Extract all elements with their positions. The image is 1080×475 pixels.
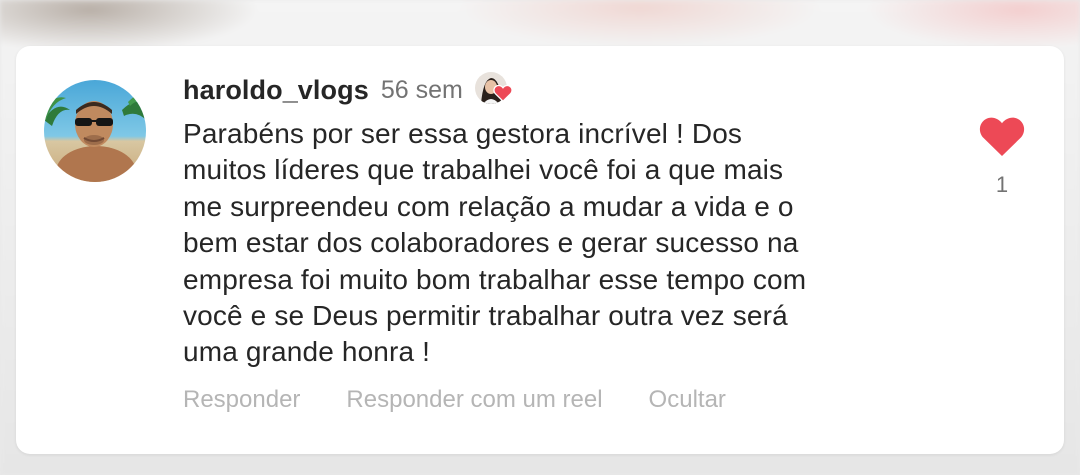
- comment-timestamp: 56 sem: [380, 75, 463, 104]
- comment-header: haroldo_vlogs 56 sem: [183, 72, 513, 108]
- like-count[interactable]: 1: [996, 172, 1008, 198]
- like-section: 1: [976, 114, 1028, 198]
- username[interactable]: haroldo_vlogs: [183, 75, 369, 106]
- user-avatar[interactable]: [44, 80, 146, 182]
- comment-text: Parabéns por ser essa gestora incrível !…: [183, 118, 807, 368]
- heart-filled-icon[interactable]: [978, 114, 1026, 158]
- author-like-avatar-icon: [473, 70, 513, 110]
- hide-button[interactable]: Ocultar: [649, 386, 726, 414]
- mini-heart-icon: [493, 84, 513, 102]
- reply-with-reel-button[interactable]: Responder com um reel: [346, 386, 602, 414]
- comment-actions: Responder Responder com um reel Ocultar: [183, 386, 726, 414]
- comment-card: haroldo_vlogs 56 sem Parabéns por ser es…: [16, 46, 1064, 454]
- avatar-photo-icon: [44, 80, 146, 182]
- reply-button[interactable]: Responder: [183, 386, 300, 414]
